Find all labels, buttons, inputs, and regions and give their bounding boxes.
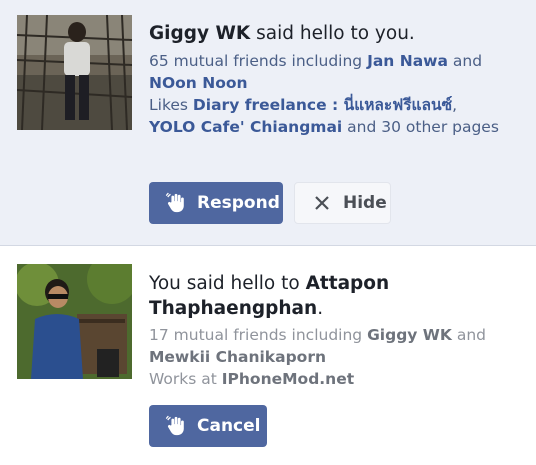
headline: You said hello to Attapon Thaphaengphan.: [149, 273, 390, 319]
mutual-friend-link[interactable]: Mewkii Chanikaporn: [149, 348, 326, 366]
cancel-button[interactable]: Cancel: [149, 405, 267, 447]
likes-info: Likes Diary freelance : นี่แหละฟรีแลนซ์,…: [149, 96, 499, 136]
hello-card-attapon: You said hello to Attapon Thaphaengphan.…: [0, 247, 536, 465]
mutual-friends-info: 65 mutual friends including Jan Nawa and…: [149, 52, 483, 92]
waving-hand-icon: [163, 413, 189, 439]
liked-page-link[interactable]: Diary freelance : นี่แหละฟรีแลนซ์: [193, 96, 452, 114]
hello-card-giggy: Giggy WK said hello to you. 65 mutual fr…: [0, 0, 536, 246]
hello-text: Giggy WK said hello to you. 65 mutual fr…: [149, 21, 524, 138]
liked-page-link[interactable]: YOLO Cafe' Chiangmai: [149, 118, 342, 136]
hide-button[interactable]: Hide: [294, 182, 391, 224]
mutual-friend-link[interactable]: Jan Nawa: [367, 52, 448, 70]
mutual-friend-link[interactable]: Giggy WK: [367, 326, 452, 344]
close-icon: [309, 190, 335, 216]
respond-button[interactable]: Respond: [149, 182, 283, 224]
sender-name[interactable]: Giggy WK: [149, 23, 250, 44]
waving-hand-icon: [163, 190, 189, 216]
headline: Giggy WK said hello to you.: [149, 23, 415, 44]
work-info: Works at IPhoneMod.net: [149, 370, 355, 388]
hello-text: You said hello to Attapon Thaphaengphan.…: [149, 271, 524, 390]
mutual-friend-link[interactable]: NOon Noon: [149, 74, 248, 92]
mutual-friends-info: 17 mutual friends including Giggy WK and…: [149, 326, 487, 366]
profile-photo-attapon[interactable]: [17, 264, 132, 379]
workplace-link[interactable]: IPhoneMod.net: [222, 370, 354, 388]
profile-photo-giggy[interactable]: [17, 15, 132, 130]
